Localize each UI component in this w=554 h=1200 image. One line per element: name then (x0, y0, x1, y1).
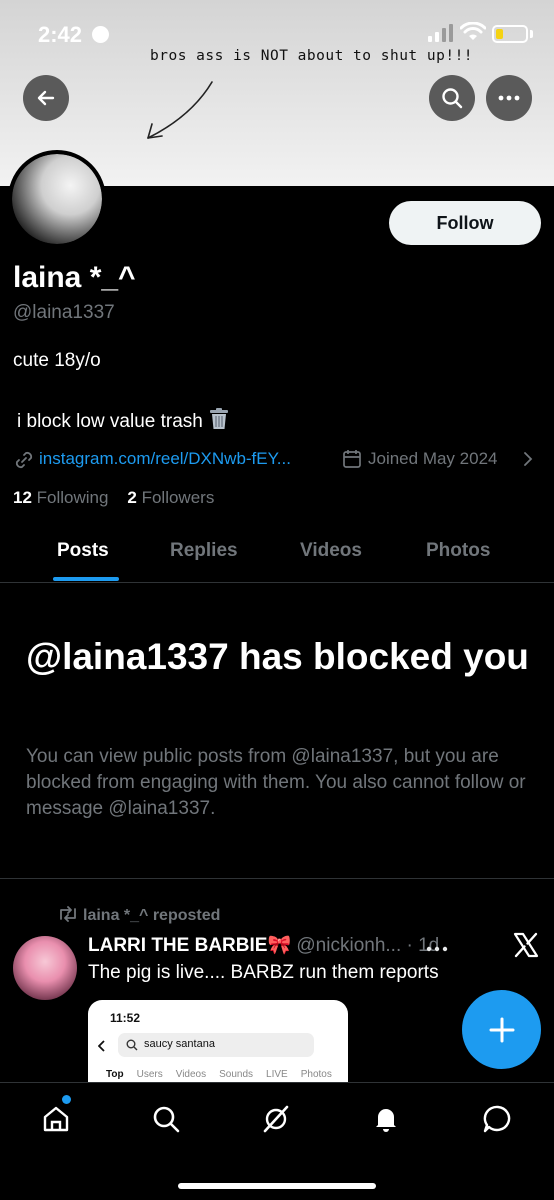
unread-dot (62, 1095, 71, 1104)
more-horizontal-icon (498, 95, 520, 101)
embedded-tab: Photos (300, 1069, 332, 1080)
embedded-time: 11:52 (110, 1011, 141, 1025)
follow-stats: 12 Following 2 Followers (13, 488, 214, 508)
blocked-title: @laina1337 has blocked you (26, 636, 529, 677)
trash-can-icon (209, 408, 228, 429)
tab-posts[interactable]: Posts (57, 540, 109, 562)
recording-dot-icon (92, 26, 109, 43)
tab-replies[interactable]: Replies (170, 540, 238, 562)
search-icon (442, 88, 463, 109)
nav-messages[interactable] (478, 1101, 518, 1137)
bio-line-1: cute 18y/o (13, 350, 101, 371)
search-icon (153, 1106, 180, 1133)
profile-handle: @laina1337 (13, 302, 115, 323)
embedded-tab: Videos (175, 1069, 207, 1080)
embedded-tabs: Top Users Videos Sounds LIVE Photos (106, 1069, 345, 1080)
bio-line-2-text: i block low value trash (17, 411, 203, 432)
plus-icon (489, 1017, 514, 1042)
post-media-image[interactable]: 11:52 saucy santana Top Users Videos Sounds… (88, 1000, 348, 1082)
chevron-right-icon[interactable] (523, 452, 533, 466)
following-count: 12 (13, 488, 32, 507)
post-more-icon[interactable] (426, 946, 448, 952)
repost-icon (60, 906, 76, 922)
link-icon (15, 451, 33, 469)
home-icon (43, 1106, 69, 1132)
embedded-search-bar: saucy santana (118, 1033, 314, 1057)
bio-line-2: i block low value trash (17, 408, 229, 433)
search-button[interactable] (429, 75, 475, 121)
grok-icon (263, 1105, 289, 1133)
x-logo-icon (513, 932, 539, 958)
profile-meta-row: instagram.com/reel/DXNwb-fEY... Joined M… (13, 448, 543, 472)
followers-link[interactable]: 2 Followers (127, 488, 214, 507)
post-author-meta: @nickionh... · 1d (296, 935, 440, 956)
embedded-tab: Sounds (219, 1069, 254, 1080)
following-label: Following (36, 488, 109, 507)
followers-count: 2 (127, 488, 137, 507)
post-text: The pig is live.... BARBZ run them repor… (88, 962, 439, 983)
post-author-avatar[interactable] (13, 936, 77, 1000)
profile-avatar[interactable] (8, 150, 106, 248)
followers-label: Followers (141, 488, 215, 507)
embedded-tab: Users (136, 1069, 163, 1080)
following-link[interactable]: 12 Following (13, 488, 108, 507)
nav-search[interactable] (146, 1101, 186, 1137)
compose-button[interactable] (462, 990, 541, 1069)
divider (0, 878, 554, 879)
notifications-icon (376, 1109, 396, 1132)
banner-caption: bros ass is NOT about to shut up!!! (150, 48, 474, 64)
embedded-tab: Top (106, 1069, 124, 1080)
messages-icon (483, 1105, 511, 1133)
post-author-name[interactable]: LARRI THE BARBIE🎀 (88, 935, 291, 956)
nav-notifications[interactable] (366, 1101, 406, 1137)
post-header: LARRI THE BARBIE🎀 @nickionh... · 1d (88, 933, 439, 957)
calendar-icon (343, 450, 361, 468)
status-time: 2:42 (38, 22, 83, 47)
battery-icon (492, 25, 528, 43)
active-tab-indicator (53, 577, 119, 581)
chevron-left-icon (98, 1040, 105, 1052)
hand-drawn-arrow-icon (147, 81, 213, 139)
wifi-icon (460, 22, 486, 40)
bottom-navigation (0, 1082, 554, 1200)
tab-videos[interactable]: Videos (300, 540, 362, 562)
joined-date: Joined May 2024 (368, 449, 498, 468)
follow-button[interactable]: Follow (389, 201, 541, 245)
profile-tabs: Posts Replies Videos Photos (0, 528, 554, 583)
home-indicator (178, 1183, 376, 1189)
back-button[interactable] (23, 75, 69, 121)
arrow-left-icon (37, 90, 55, 106)
blocked-description: You can view public posts from @laina133… (26, 746, 526, 819)
embedded-search-text: saucy santana (144, 1038, 215, 1050)
nav-grok[interactable] (256, 1101, 296, 1137)
embedded-tab: LIVE (266, 1069, 288, 1080)
profile-link[interactable]: instagram.com/reel/DXNwb-fEY... (39, 449, 291, 469)
repost-label: laina *_^ reposted (83, 907, 221, 924)
more-button[interactable] (486, 75, 532, 121)
tab-photos[interactable]: Photos (426, 540, 490, 562)
battery-tip (530, 30, 533, 38)
nav-home[interactable] (36, 1101, 76, 1137)
repost-indicator: laina *_^ reposted (57, 906, 220, 925)
display-name: laina *_^ (13, 261, 136, 294)
cellular-signal-icon (428, 24, 453, 42)
search-icon (126, 1039, 138, 1051)
